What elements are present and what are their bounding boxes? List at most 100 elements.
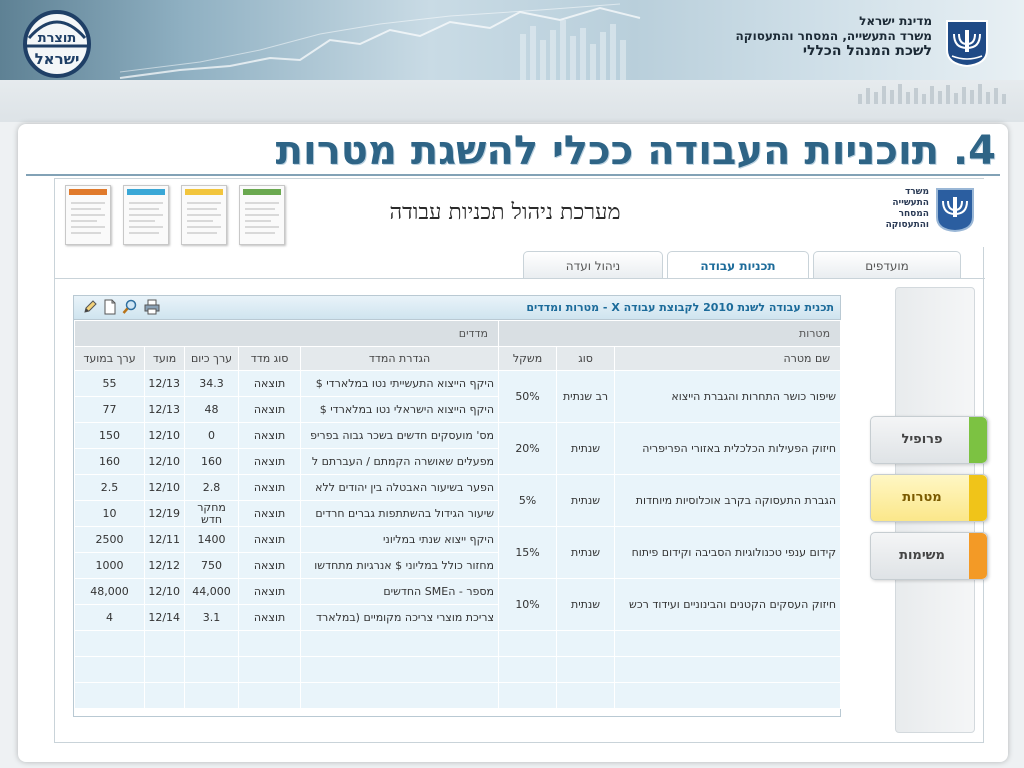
work-plan-app: משרד התעשייה המסחר והתעסוקה מערכת ניהול … — [54, 178, 988, 743]
date-cell: 12/12 — [144, 552, 186, 579]
banner-subbar — [0, 80, 1024, 122]
goal-weight-cell: 15% — [498, 526, 558, 579]
column-header-type[interactable]: סוג — [556, 346, 616, 371]
goal-name-cell[interactable]: חיזוק העסקים הקטנים והבינוניים ועידוד רכ… — [614, 578, 842, 631]
current-value-cell: 2.8 — [184, 474, 240, 501]
target-value-cell: 1000 — [73, 552, 146, 579]
empty-row — [73, 656, 842, 683]
goal-type-cell: שנתית — [556, 526, 616, 579]
column-header-goal-name[interactable]: שם מטרה — [614, 346, 842, 371]
column-header-target-value[interactable]: ערך במועד — [73, 346, 146, 371]
current-value-cell: 48 — [184, 396, 240, 423]
measure-definition-cell[interactable]: מספר - הSME החדשים — [300, 578, 500, 605]
top-banner: תוצרת ישראל מדינת ישראל משרד התעשייה, המ… — [0, 0, 1024, 80]
ministry-header-text: מדינת ישראל משרד התעשייה, המסחר והתעסוקה… — [612, 14, 932, 59]
target-value-cell: 2500 — [73, 526, 146, 553]
document-thumbnails — [65, 185, 305, 245]
goal-name-cell[interactable]: קידום ענפי טכנולוגיות הסביבה וקידום פיתו… — [614, 526, 842, 579]
goals-measures-panel: תכנית עבודה לשנת 2010 לקבוצת עבודה X - מ… — [73, 295, 842, 717]
app-title: מערכת ניהול תכניות עבודה — [389, 200, 621, 225]
tab-favorites[interactable]: מועדפים — [813, 251, 961, 279]
side-button-goals[interactable]: מטרות — [870, 474, 988, 522]
table-row[interactable]: חיזוק העסקים הקטנים והבינוניים ועידוד רכ… — [73, 578, 842, 631]
target-value-cell: 55 — [73, 370, 146, 397]
search-icon[interactable] — [122, 299, 138, 315]
document-thumbnail[interactable] — [65, 185, 111, 245]
edit-icon[interactable] — [82, 299, 98, 315]
goal-weight-cell: 50% — [498, 370, 558, 423]
app-header: משרד התעשייה המסחר והתעסוקה מערכת ניהול … — [55, 179, 985, 247]
column-header-date[interactable]: מועד — [144, 346, 186, 371]
column-header-current-value[interactable]: ערך כיום — [184, 346, 240, 371]
date-cell: 12/10 — [144, 422, 186, 449]
goal-weight-cell: 20% — [498, 422, 558, 475]
current-value-cell: 44,000 — [184, 578, 240, 605]
side-button-tasks[interactable]: משימות — [870, 532, 988, 580]
app-ministry-label: משרד התעשייה המסחר והתעסוקה — [885, 187, 929, 230]
target-value-cell: 10 — [73, 500, 146, 527]
current-value-cell: 3.1 — [184, 604, 240, 631]
svg-text:תוצרת: תוצרת — [38, 31, 77, 46]
goal-weight-cell: 5% — [498, 474, 558, 527]
new-document-icon[interactable] — [102, 299, 118, 315]
measure-type-cell: תוצאה — [238, 370, 302, 397]
table-row[interactable]: שיפור כושר התחרות והגברת הייצוא רב שנתית… — [73, 370, 842, 423]
measure-definition-cell[interactable]: מפעלים שאושרה הקמתם / העברתם ל — [300, 448, 500, 475]
current-value-cell: 1400 — [184, 526, 240, 553]
measure-definition-cell[interactable]: היקף הייצוא הישראלי נטו במלארדי $ — [300, 396, 500, 423]
ministry-emblem-icon — [936, 188, 974, 233]
goals-table: מטרות מדדים שם מטרה סוג משקל הגדרת המדד … — [73, 320, 842, 709]
document-stripe — [69, 189, 107, 195]
goal-name-cell[interactable]: הגברת התעסוקה בקרב אוכלוסיות מיוחדות — [614, 474, 842, 527]
measure-type-cell: תוצאה — [238, 474, 302, 501]
target-value-cell: 48,000 — [73, 578, 146, 605]
office-name: לשכת המנהל הכללי — [802, 43, 932, 59]
table-row[interactable]: קידום ענפי טכנולוגיות הסביבה וקידום פיתו… — [73, 526, 842, 579]
date-cell: 12/10 — [144, 448, 186, 475]
goal-name-cell[interactable]: שיפור כושר התחרות והגברת הייצוא — [614, 370, 842, 423]
column-header-weight[interactable]: משקל — [498, 346, 558, 371]
measure-definition-cell[interactable]: מחזור כולל במליוני $ אנרגיות מתחדשו — [300, 552, 500, 579]
date-cell: 12/10 — [144, 474, 186, 501]
panel-header: תכנית עבודה לשנת 2010 לקבוצת עבודה X - מ… — [74, 296, 840, 320]
tab-committee-management[interactable]: ניהול ועדה — [523, 251, 663, 279]
target-value-cell: 77 — [73, 396, 146, 423]
measure-definition-cell[interactable]: היקף הייצוא התעשייתי נטו במלארדי $ — [300, 370, 500, 397]
document-thumbnail[interactable] — [123, 185, 169, 245]
made-in-israel-logo: תוצרת ישראל — [23, 10, 91, 78]
document-stripe — [127, 189, 165, 195]
goal-weight-cell: 10% — [498, 578, 558, 631]
tab-work-plans[interactable]: תכניות עבודה — [667, 251, 809, 279]
document-thumbnail[interactable] — [239, 185, 285, 245]
side-button-profile[interactable]: פרופיל — [870, 416, 988, 464]
date-cell: 12/13 — [144, 396, 186, 423]
measure-definition-cell[interactable]: שיעור הגידול בהשתתפות גברים חרדים — [300, 500, 500, 527]
group-header-measures: מדדים — [73, 320, 500, 347]
panel-title: תכנית עבודה לשנת 2010 לקבוצת עבודה X - מ… — [526, 301, 834, 314]
date-cell: 12/14 — [144, 604, 186, 631]
date-cell: 12/19 — [144, 500, 186, 527]
current-value-cell: 750 — [184, 552, 240, 579]
date-cell: 12/11 — [144, 526, 186, 553]
goal-name-cell[interactable]: חיזוק הפעילות הכלכלית באזורי הפריפריה — [614, 422, 842, 475]
date-cell: 12/10 — [144, 578, 186, 605]
measure-definition-cell[interactable]: היקף ייצוא שנתי במליוני — [300, 526, 500, 553]
side-navigation: פרופיל מטרות משימות — [870, 287, 988, 733]
measure-definition-cell[interactable]: הפער בשיעור האבטלה בין יהודים ללא — [300, 474, 500, 501]
column-header-measure-type[interactable]: סוג מדד — [238, 346, 302, 371]
column-header-measure-definition[interactable]: הגדרת המדד — [300, 346, 500, 371]
table-row[interactable]: הגברת התעסוקה בקרב אוכלוסיות מיוחדות שנת… — [73, 474, 842, 527]
table-row[interactable]: חיזוק הפעילות הכלכלית באזורי הפריפריה שנ… — [73, 422, 842, 475]
measure-type-cell: תוצאה — [238, 578, 302, 605]
measure-type-cell: תוצאה — [238, 396, 302, 423]
document-thumbnail[interactable] — [181, 185, 227, 245]
accent-strip — [969, 417, 987, 463]
ministry-name: משרד התעשייה, המסחר והתעסוקה — [735, 29, 932, 43]
tab-rail — [55, 278, 985, 279]
measure-definition-cell[interactable]: צריכת מוצרי צריכה מקומיים (במלארד — [300, 604, 500, 631]
slide-title: 4. תוכניות העבודה ככלי להשגת מטרות — [275, 128, 996, 174]
current-value-cell: 0 — [184, 422, 240, 449]
state-emblem-icon — [946, 20, 988, 68]
measure-definition-cell[interactable]: מס' מועסקים חדשים בשכר גבוה בפריפ — [300, 422, 500, 449]
print-icon[interactable] — [144, 299, 160, 315]
